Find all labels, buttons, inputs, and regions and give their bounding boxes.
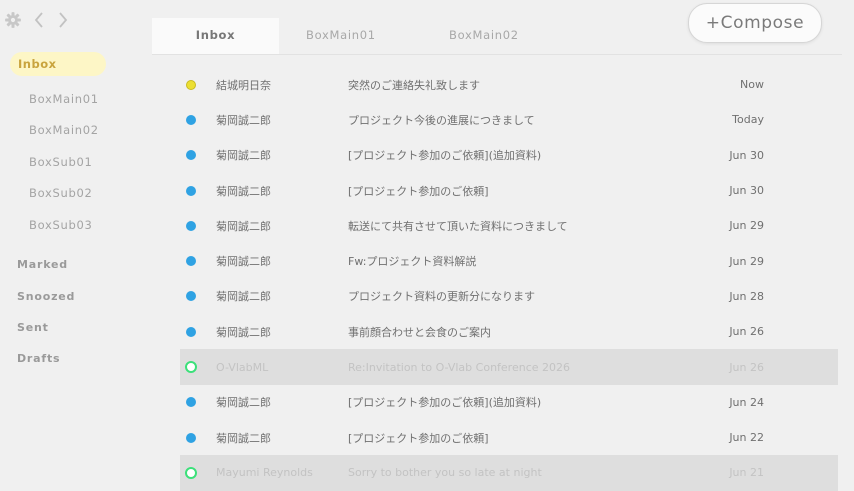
message-subject: [プロジェクト参加のご依頼](追加資料) [348, 149, 542, 163]
unread-status-icon [186, 79, 196, 90]
message-sender: Mayumi Reynolds [216, 466, 313, 480]
message-row[interactable]: 菊岡誠二郎 [プロジェクト参加のご依頼] Jun 30 [180, 173, 838, 208]
message-sender: 菊岡誠二郎 [216, 325, 271, 339]
sidebar-item-boxsub01[interactable]: BoxSub01 [29, 150, 93, 174]
message-date: Jun 21 [729, 466, 764, 480]
message-date: Jun 29 [729, 254, 764, 268]
message-date: Jun 30 [729, 148, 764, 162]
message-sender: 菊岡誠二郎 [216, 113, 271, 127]
unread-status-icon [186, 397, 196, 408]
message-sender: 菊岡誠二郎 [216, 396, 271, 410]
message-date: Jun 28 [729, 289, 764, 303]
message-subject: Sorry to bother you so late at night [348, 466, 542, 480]
message-row[interactable]: Mayumi Reynolds Sorry to bother you so la… [180, 455, 838, 491]
message-date: Jun 26 [729, 360, 764, 374]
message-subject: プロジェクト資料の更新分になります [348, 290, 535, 304]
message-row[interactable]: 菊岡誠二郎 [プロジェクト参加のご依頼](追加資料) Jun 24 [180, 385, 838, 420]
message-subject: [プロジェクト参加のご依頼] [348, 184, 489, 198]
sidebar-item-boxsub02[interactable]: BoxSub02 [29, 181, 93, 205]
message-sender: O-VlabML [216, 360, 269, 374]
message-date: Today [732, 113, 764, 127]
gear-icon[interactable] [4, 9, 22, 31]
message-subject: [プロジェクト参加のご依頼] [348, 431, 489, 445]
sidebar-item-boxmain02[interactable]: BoxMain02 [29, 118, 99, 142]
message-row[interactable]: 菊岡誠二郎 事前顔合わせと会食のご案内 Jun 26 [180, 314, 838, 349]
unread-status-icon [186, 291, 196, 302]
back-icon[interactable] [34, 9, 44, 31]
sidebar-item-sent[interactable]: Sent [17, 316, 49, 340]
unread-status-icon [186, 256, 196, 267]
message-row[interactable]: 菊岡誠二郎 [プロジェクト参加のご依頼](追加資料) Jun 30 [180, 138, 838, 173]
message-date: Jun 22 [729, 431, 764, 445]
sidebar-item-boxsub03[interactable]: BoxSub03 [29, 213, 93, 237]
message-date: Jun 24 [729, 395, 764, 409]
read-status-icon [185, 466, 197, 479]
message-subject: プロジェクト今後の進展につきまして [348, 113, 535, 127]
forward-icon[interactable] [58, 9, 68, 31]
message-row[interactable]: 菊岡誠二郎 [プロジェクト参加のご依頼] Jun 22 [180, 420, 838, 455]
sidebar-item-boxmain01[interactable]: BoxMain01 [29, 87, 99, 111]
message-date: Jun 29 [729, 219, 764, 233]
message-subject: [プロジェクト参加のご依頼](追加資料) [348, 396, 542, 410]
main-panel: Inbox BoxMain01 BoxMain02 +Compose 結城明日奈… [136, 0, 854, 491]
unread-status-icon [186, 432, 196, 443]
message-sender: 菊岡誠二郎 [216, 431, 271, 445]
message-row[interactable]: 結城明日奈 突然のご連絡失礼致します Now [180, 67, 838, 102]
message-row[interactable]: 菊岡誠二郎 プロジェクト今後の進展につきまして Today [180, 102, 838, 137]
sidebar-item-marked[interactable]: Marked [17, 253, 68, 277]
tab-boxmain02[interactable]: BoxMain02 [449, 18, 519, 54]
message-date: Jun 26 [729, 325, 764, 339]
read-status-icon [185, 361, 197, 374]
message-sender: 菊岡誠二郎 [216, 149, 271, 163]
sidebar: Inbox BoxMain01 BoxMain02 BoxSub01 BoxSu… [0, 0, 136, 480]
sidebar-item-snoozed[interactable]: Snoozed [17, 285, 75, 309]
compose-button[interactable]: +Compose [688, 3, 822, 43]
message-subject: 転送にて共有させて頂いた資料につきまして [348, 219, 568, 233]
message-sender: 結城明日奈 [216, 78, 271, 92]
tab-inbox[interactable]: Inbox [152, 18, 279, 54]
unread-status-icon [186, 326, 196, 337]
message-list: 結城明日奈 突然のご連絡失礼致します Now 菊岡誠二郎 プロジェクト今後の進展につきま… [180, 67, 838, 491]
nav-controls [4, 9, 68, 31]
unread-status-icon [186, 114, 196, 125]
message-subject: Fw:プロジェクト資料解説 [348, 255, 477, 269]
message-subject: 事前顔合わせと会食のご案内 [348, 325, 491, 339]
message-date: Now [740, 78, 764, 92]
message-sender: 菊岡誠二郎 [216, 255, 271, 269]
unread-status-icon [186, 150, 196, 161]
message-row[interactable]: 菊岡誠二郎 プロジェクト資料の更新分になります Jun 28 [180, 279, 838, 314]
message-sender: 菊岡誠二郎 [216, 219, 271, 233]
unread-status-icon [186, 220, 196, 231]
sidebar-item-inbox[interactable]: Inbox [10, 52, 106, 76]
message-subject: 突然のご連絡失礼致します [348, 78, 480, 92]
sidebar-item-drafts[interactable]: Drafts [17, 347, 60, 371]
message-sender: 菊岡誠二郎 [216, 290, 271, 304]
message-subject: Re:Invitation to O-Vlab Conference 2026 [348, 360, 571, 374]
tab-boxmain01[interactable]: BoxMain01 [306, 18, 376, 54]
message-date: Jun 30 [729, 184, 764, 198]
message-row[interactable]: 菊岡誠二郎 転送にて共有させて頂いた資料につきまして Jun 29 [180, 208, 838, 243]
message-row[interactable]: 菊岡誠二郎 Fw:プロジェクト資料解説 Jun 29 [180, 243, 838, 278]
unread-status-icon [186, 185, 196, 196]
message-sender: 菊岡誠二郎 [216, 184, 271, 198]
message-row[interactable]: O-VlabML Re:Invitation to O-Vlab Conferen… [180, 349, 838, 385]
